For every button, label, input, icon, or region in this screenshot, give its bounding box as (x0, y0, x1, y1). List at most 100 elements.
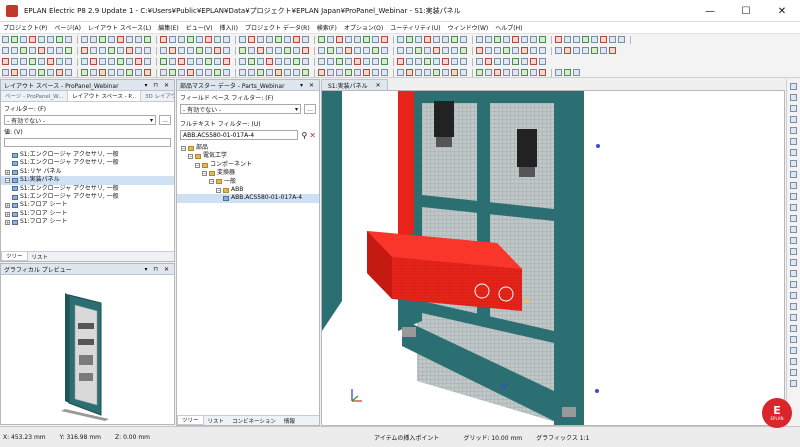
toolbar-tool-icon[interactable] (239, 47, 246, 54)
side-tool-icon[interactable] (790, 83, 797, 90)
toolbar-tool-icon[interactable] (539, 47, 546, 54)
toolbar-tool-icon[interactable] (530, 58, 537, 65)
toolbar-tool-icon[interactable] (248, 47, 255, 54)
toolbar-tool-icon[interactable] (47, 36, 54, 43)
toolbar-tool-icon[interactable] (214, 69, 221, 76)
field-filter-select[interactable]: - 有効でない - ▾ (180, 104, 301, 114)
toolbar-tool-icon[interactable] (530, 69, 537, 76)
side-tool-icon[interactable] (790, 204, 797, 211)
toolbar-tool-icon[interactable] (196, 58, 203, 65)
toolbar-tool-icon[interactable] (239, 36, 246, 43)
side-tool-icon[interactable] (790, 292, 797, 299)
panel-controls[interactable]: ▾ ⊓ ✕ (144, 82, 171, 89)
toolbar-tool-icon[interactable] (539, 36, 546, 43)
side-tool-icon[interactable] (790, 270, 797, 277)
toolbar-tool-icon[interactable] (275, 69, 282, 76)
toolbar-tool-icon[interactable] (512, 69, 519, 76)
toolbar-tool-icon[interactable] (512, 36, 519, 43)
toolbar-tool-icon[interactable] (485, 69, 492, 76)
close-button[interactable]: ✕ (764, 0, 800, 22)
toolbar-tool-icon[interactable] (485, 47, 492, 54)
binoculars-icon[interactable]: ⚲ (301, 131, 307, 140)
toolbar-tool-icon[interactable] (284, 58, 291, 65)
toolbar-tool-icon[interactable] (485, 36, 492, 43)
toolbar-tool-icon[interactable] (336, 36, 343, 43)
toolbar-tool-icon[interactable] (99, 69, 106, 76)
toolbar-tool-icon[interactable] (521, 47, 528, 54)
side-tool-icon[interactable] (790, 281, 797, 288)
menu-item-6[interactable]: プロジェクト データ(R) (245, 23, 310, 32)
toolbar-tool-icon[interactable] (266, 69, 273, 76)
toolbar-tool-icon[interactable] (460, 58, 467, 65)
toolbar-tool-icon[interactable] (257, 69, 264, 76)
menu-item-1[interactable]: ページ(A) (54, 23, 81, 32)
toolbar-tool-icon[interactable] (2, 36, 9, 43)
tree-expander-icon[interactable]: + (5, 219, 10, 225)
toolbar-tool-icon[interactable] (205, 47, 212, 54)
tree-item[interactable]: S1:エンクロージャ アクセサリ, 一般 (1, 185, 174, 193)
side-tool-icon[interactable] (790, 105, 797, 112)
toolbar-tool-icon[interactable] (424, 47, 431, 54)
toolbar-tool-icon[interactable] (38, 69, 45, 76)
toolbar-tool-icon[interactable] (169, 47, 176, 54)
tree-expander-icon[interactable]: − (181, 145, 186, 151)
toolbar-tool-icon[interactable] (327, 36, 334, 43)
toolbar-tool-icon[interactable] (126, 36, 133, 43)
side-tool-icon[interactable] (790, 94, 797, 101)
toolbar-tool-icon[interactable] (539, 69, 546, 76)
toolbar-tool-icon[interactable] (476, 69, 483, 76)
toolbar-tool-icon[interactable] (266, 58, 273, 65)
menu-item-8[interactable]: オプション(O) (344, 23, 383, 32)
toolbar-tool-icon[interactable] (196, 36, 203, 43)
toolbar-tool-icon[interactable] (205, 58, 212, 65)
toolbar-tool-icon[interactable] (336, 58, 343, 65)
toolbar-tool-icon[interactable] (494, 69, 501, 76)
tree-item[interactable]: ABB.ACS580-01-017A-4 (177, 194, 319, 203)
menu-item-11[interactable]: ヘルプ(H) (495, 23, 522, 32)
tree-item[interactable]: S1:エンクロージャ アクセサリ, 一般 (1, 159, 174, 167)
toolbar-tool-icon[interactable] (433, 69, 440, 76)
toolbar-tool-icon[interactable] (327, 58, 334, 65)
side-tool-icon[interactable] (790, 171, 797, 178)
toolbar-tool-icon[interactable] (345, 36, 352, 43)
toolbar-tool-icon[interactable] (460, 69, 467, 76)
side-tool-icon[interactable] (790, 193, 797, 200)
tree-item[interactable]: + S1:フロア シート (1, 218, 174, 226)
toolbar-tool-icon[interactable] (65, 47, 72, 54)
close-icon[interactable]: ✕ (376, 82, 381, 89)
toolbar-tool-icon[interactable] (442, 58, 449, 65)
toolbar-tool-icon[interactable] (451, 69, 458, 76)
tab-tree[interactable]: ツリー (177, 416, 204, 425)
toolbar-tool-icon[interactable] (363, 58, 370, 65)
toolbar-tool-icon[interactable] (451, 36, 458, 43)
toolbar-tool-icon[interactable] (178, 58, 185, 65)
toolbar-tool-icon[interactable] (135, 58, 142, 65)
toolbar-tool-icon[interactable] (144, 58, 151, 65)
toolbar-tool-icon[interactable] (451, 47, 458, 54)
toolbar-tool-icon[interactable] (47, 47, 54, 54)
toolbar-tool-icon[interactable] (11, 47, 18, 54)
toolbar-tool-icon[interactable] (512, 47, 519, 54)
toolbar-tool-icon[interactable] (56, 69, 63, 76)
toolbar-tool-icon[interactable] (442, 69, 449, 76)
tree-item[interactable]: − コンポーネント (177, 161, 319, 169)
side-tool-icon[interactable] (790, 325, 797, 332)
tab-tree[interactable]: ツリー (1, 252, 28, 261)
view-tab[interactable]: S1:実装パネル ✕ (321, 79, 388, 90)
toolbar-tool-icon[interactable] (442, 47, 449, 54)
toolbar-tool-icon[interactable] (56, 36, 63, 43)
3d-viewport[interactable] (321, 90, 785, 426)
toolbar-tool-icon[interactable] (160, 47, 167, 54)
menu-item-2[interactable]: レイアウト スペース(L) (88, 23, 151, 32)
value-input[interactable] (4, 138, 171, 147)
side-tool-icon[interactable] (790, 237, 797, 244)
menu-item-10[interactable]: ウィンドウ(W) (448, 23, 489, 32)
toolbar-tool-icon[interactable] (372, 58, 379, 65)
toolbar-tool-icon[interactable] (65, 36, 72, 43)
toolbar-tool-icon[interactable] (187, 36, 194, 43)
toolbar-tool-icon[interactable] (223, 69, 230, 76)
maximize-button[interactable]: ☐ (728, 0, 764, 22)
side-tool-icon[interactable] (790, 303, 797, 310)
panel-controls[interactable]: ▾ ✕ (300, 82, 316, 89)
side-tool-icon[interactable] (790, 215, 797, 222)
